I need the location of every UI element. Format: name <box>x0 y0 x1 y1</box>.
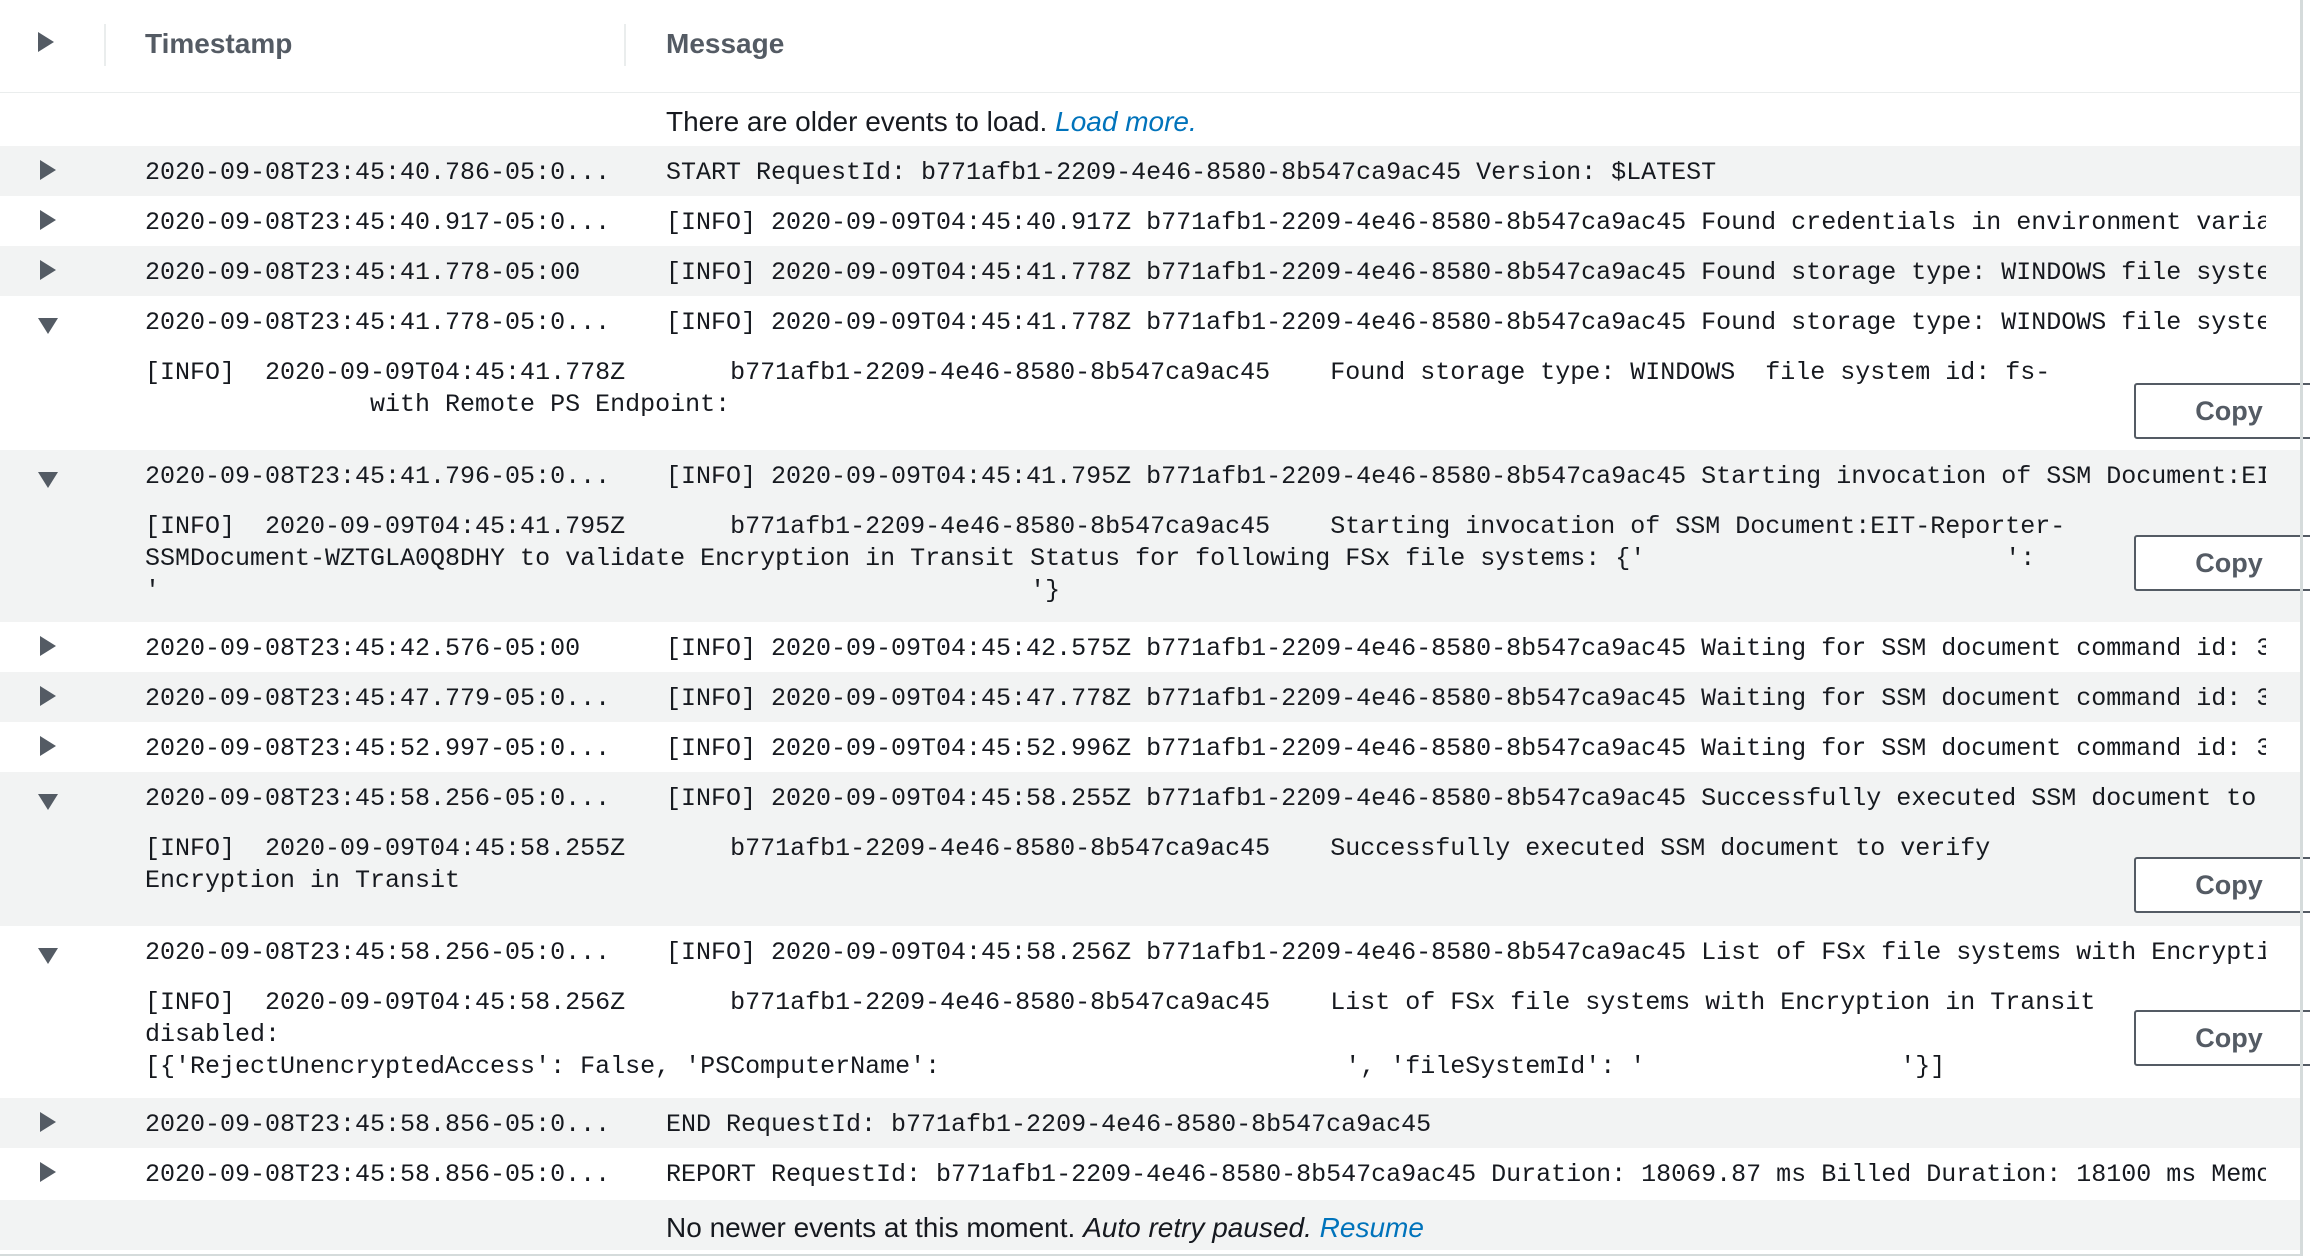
auto-retry-status: Auto retry paused. <box>1083 1212 1312 1243</box>
collapse-row-icon[interactable] <box>38 318 58 334</box>
log-row[interactable]: 2020-09-08T23:45:40.917-05:0... [INFO] 20… <box>0 196 2300 246</box>
expand-row-icon[interactable] <box>40 636 56 656</box>
row-message: [INFO] 2020-09-09T04:45:58.256Z b771afb1… <box>666 938 2266 967</box>
row-message: REPORT RequestId: b771afb1-2209-4e46-858… <box>666 1160 2266 1189</box>
panel-border <box>2300 0 2303 1256</box>
row-timestamp: 2020-09-08T23:45:47.779-05:0... <box>145 684 611 713</box>
copy-button[interactable]: Copy <box>2134 1010 2310 1066</box>
row-timestamp: 2020-09-08T23:45:58.256-05:0... <box>145 784 611 813</box>
row-message: [INFO] 2020-09-09T04:45:47.778Z b771afb1… <box>666 684 2266 713</box>
copy-button[interactable]: Copy <box>2134 535 2310 591</box>
row-message: [INFO] 2020-09-09T04:45:52.996Z b771afb1… <box>666 734 2266 763</box>
message-column-header[interactable]: Message <box>666 28 784 60</box>
row-timestamp: 2020-09-08T23:45:41.796-05:0... <box>145 462 611 491</box>
row-timestamp: 2020-09-08T23:45:40.786-05:0... <box>145 158 611 187</box>
log-row[interactable]: 2020-09-08T23:45:52.997-05:0... [INFO] 20… <box>0 722 2300 772</box>
expand-row-icon[interactable] <box>40 260 56 280</box>
older-events-banner: There are older events to load. Load mor… <box>0 96 2300 146</box>
row-detail-message: [INFO] 2020-09-09T04:45:58.256Z b771afb1… <box>145 988 2096 1081</box>
log-row[interactable]: 2020-09-08T23:45:42.576-05:00 [INFO] 2020… <box>0 622 2300 672</box>
copy-button[interactable]: Copy <box>2134 383 2310 439</box>
log-row[interactable]: 2020-09-08T23:45:58.856-05:0... END Reque… <box>0 1098 2300 1148</box>
newer-events-banner: No newer events at this moment. Auto ret… <box>0 1200 2300 1250</box>
timestamp-column-header[interactable]: Timestamp <box>145 28 292 60</box>
log-row[interactable]: 2020-09-08T23:45:58.856-05:0... REPORT Re… <box>0 1148 2300 1200</box>
row-timestamp: 2020-09-08T23:45:58.856-05:0... <box>145 1160 611 1189</box>
row-timestamp: 2020-09-08T23:45:40.917-05:0... <box>145 208 611 237</box>
table-header: Timestamp Message <box>0 0 2300 93</box>
newer-events-text: No newer events at this moment. <box>666 1212 1076 1243</box>
expand-row-icon[interactable] <box>40 736 56 756</box>
collapse-row-icon[interactable] <box>38 472 58 488</box>
row-timestamp: 2020-09-08T23:45:42.576-05:00 <box>145 634 581 663</box>
row-message: [INFO] 2020-09-09T04:45:42.575Z b771afb1… <box>666 634 2266 663</box>
row-message: [INFO] 2020-09-09T04:45:40.917Z b771afb1… <box>666 208 2266 237</box>
resume-link[interactable]: Resume <box>1320 1212 1424 1243</box>
expand-row-icon[interactable] <box>40 210 56 230</box>
expand-row-icon[interactable] <box>40 1112 56 1132</box>
column-divider[interactable] <box>624 24 626 66</box>
row-timestamp: 2020-09-08T23:45:41.778-05:0... <box>145 308 611 337</box>
column-divider[interactable] <box>104 24 106 66</box>
row-message: START RequestId: b771afb1-2209-4e46-8580… <box>666 158 1717 187</box>
expand-all-icon[interactable] <box>38 32 54 52</box>
load-more-link[interactable]: Load more. <box>1055 106 1197 137</box>
collapse-row-icon[interactable] <box>38 948 58 964</box>
row-timestamp: 2020-09-08T23:45:41.778-05:00 <box>145 258 581 287</box>
collapse-row-icon[interactable] <box>38 794 58 810</box>
row-message: END RequestId: b771afb1-2209-4e46-8580-8… <box>666 1110 1432 1139</box>
row-message: [INFO] 2020-09-09T04:45:41.778Z b771afb1… <box>666 258 2266 287</box>
log-row[interactable]: 2020-09-08T23:45:40.786-05:0... START Req… <box>0 146 2300 196</box>
log-events-table: Timestamp Message There are older events… <box>0 0 2310 1256</box>
older-events-text: There are older events to load. <box>666 106 1048 137</box>
row-message: [INFO] 2020-09-09T04:45:41.778Z b771afb1… <box>666 308 2266 337</box>
expand-row-icon[interactable] <box>40 686 56 706</box>
row-detail-message: [INFO] 2020-09-09T04:45:41.795Z b771afb1… <box>145 512 2066 605</box>
expand-row-icon[interactable] <box>40 1162 56 1182</box>
row-detail-message: [INFO] 2020-09-09T04:45:41.778Z b771afb1… <box>145 358 2051 419</box>
copy-button[interactable]: Copy <box>2134 857 2310 913</box>
row-timestamp: 2020-09-08T23:45:52.997-05:0... <box>145 734 611 763</box>
row-detail-message: [INFO] 2020-09-09T04:45:58.255Z b771afb1… <box>145 834 1991 895</box>
row-message: [INFO] 2020-09-09T04:45:41.795Z b771afb1… <box>666 462 2266 491</box>
row-timestamp: 2020-09-08T23:45:58.256-05:0... <box>145 938 611 967</box>
expand-row-icon[interactable] <box>40 160 56 180</box>
log-row[interactable]: 2020-09-08T23:45:41.778-05:00 [INFO] 2020… <box>0 246 2300 296</box>
row-timestamp: 2020-09-08T23:45:58.856-05:0... <box>145 1110 611 1139</box>
log-row[interactable]: 2020-09-08T23:45:47.779-05:0... [INFO] 20… <box>0 672 2300 722</box>
row-message: [INFO] 2020-09-09T04:45:58.255Z b771afb1… <box>666 784 2266 813</box>
